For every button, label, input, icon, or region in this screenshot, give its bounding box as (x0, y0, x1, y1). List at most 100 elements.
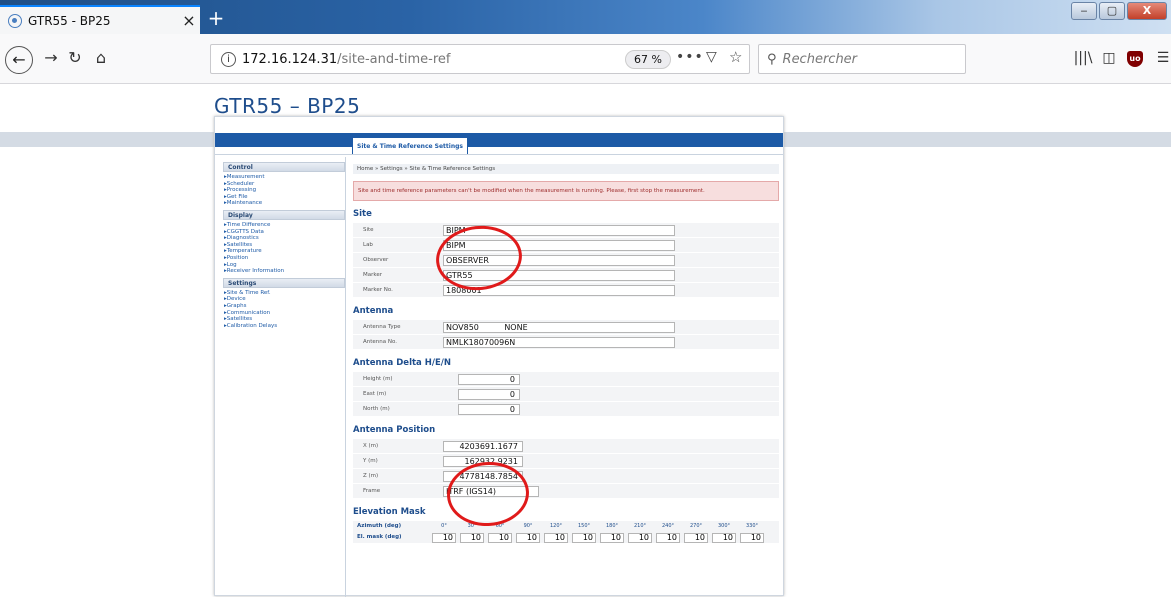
mask-input[interactable]: 10 (460, 533, 484, 543)
sidebar-item-device[interactable]: Device (223, 296, 345, 303)
marker-number-field[interactable]: 1808001 (443, 285, 675, 296)
field-label: Antenna No. (363, 339, 398, 345)
mask-input[interactable]: 10 (544, 533, 568, 543)
field-label: Marker No. (363, 287, 393, 293)
sidebar-item-temperature[interactable]: Temperature (223, 248, 345, 255)
address-bar[interactable]: i 172.16.124.31/site-and-time-ref 67 % •… (210, 44, 750, 74)
tab-site-time-reference[interactable]: Site & Time Reference Settings (352, 137, 468, 155)
antenna-type-field[interactable]: NOV850 NONE (443, 322, 675, 333)
observer-field[interactable]: OBSERVER (443, 255, 675, 266)
mask-input[interactable]: 10 (600, 533, 624, 543)
field-label: Antenna Type (363, 324, 401, 330)
mask-input[interactable]: 10 (656, 533, 680, 543)
mask-input[interactable]: 10 (488, 533, 512, 543)
site-favicon-icon (8, 13, 22, 28)
field-label: Z (m) (363, 473, 379, 479)
reload-icon[interactable]: ↻ (64, 48, 86, 67)
marker-field[interactable]: GTR55 (443, 270, 675, 281)
frame-field[interactable]: ITRF (IGS14) (443, 486, 539, 497)
sidebar-item-log[interactable]: Log (223, 262, 345, 269)
url-host: 172.16.124.31 (242, 51, 338, 67)
sidebar-item-site-time-ref[interactable]: Site & Time Ref. (223, 290, 345, 297)
mask-input[interactable]: 10 (712, 533, 736, 543)
y-coordinate-field[interactable]: 162932.9231 (443, 456, 523, 467)
search-input[interactable]: ⚲ Rechercher (758, 44, 966, 74)
settings-panel: Site & Time Reference Settings Control M… (214, 116, 784, 597)
site-field[interactable]: BIPM (443, 225, 675, 236)
library-icon[interactable]: |||\ (1072, 50, 1094, 66)
form-row: Y (m) 162932.9231 (353, 454, 779, 469)
browser-tab[interactable]: GTR55 - BP25 × (0, 5, 200, 34)
sidebar: Control Measurement Scheduler Processing… (223, 162, 345, 329)
zoom-level[interactable]: 67 % (625, 50, 671, 69)
search-icon: ⚲ (767, 51, 777, 67)
sidebar-item-get-file[interactable]: Get File (223, 194, 345, 201)
page-actions-icon[interactable]: ••• (676, 49, 704, 65)
lab-field[interactable]: BIPM (443, 240, 675, 251)
sidebar-item-processing[interactable]: Processing (223, 187, 345, 194)
section-title-antenna-delta: Antenna Delta H/E/N (353, 358, 451, 368)
sidebar-item-measurement[interactable]: Measurement (223, 174, 345, 181)
azimuth-value: 330° (745, 523, 759, 529)
sidebar-item-time-difference[interactable]: Time Difference (223, 222, 345, 229)
sidebar-item-satellites-settings[interactable]: Satellites (223, 316, 345, 323)
mask-input[interactable]: 10 (432, 533, 456, 543)
x-coordinate-field[interactable]: 4203691.1677 (443, 441, 523, 452)
sidebar-item-graphs[interactable]: Graphs (223, 303, 345, 310)
z-coordinate-field[interactable]: 4778148.7854 (443, 471, 523, 482)
antenna-number-field[interactable]: NMLK18070096N (443, 337, 675, 348)
sidebar-item-cggtts-data[interactable]: CGGTTS Data (223, 229, 345, 236)
menu-icon[interactable]: ☰ (1152, 50, 1171, 66)
page-title: GTR55 – BP25 (214, 94, 361, 118)
browser-toolbar: ← → ↻ ⌂ i 172.16.124.31/site-and-time-re… (0, 34, 1171, 84)
sidebar-item-communication[interactable]: Communication (223, 310, 345, 317)
back-arrow-icon[interactable]: ← (5, 46, 33, 74)
info-icon[interactable]: i (221, 51, 236, 67)
form-row: Antenna No. NMLK18070096N (353, 335, 779, 350)
sidebar-item-diagnostics[interactable]: Diagnostics (223, 235, 345, 242)
azimuth-value: 300° (717, 523, 731, 529)
azimuth-value: 180° (605, 523, 619, 529)
azimuth-value: 120° (549, 523, 563, 529)
east-field[interactable]: 0 (458, 389, 520, 400)
pocket-icon[interactable]: ▽ (706, 49, 717, 65)
north-field[interactable]: 0 (458, 404, 520, 415)
close-window-button[interactable]: X (1127, 2, 1167, 20)
form-row: Marker GTR55 (353, 268, 779, 283)
section-title-antenna: Antenna (353, 306, 394, 316)
maximize-button[interactable]: ▢ (1099, 2, 1125, 20)
sidebar-item-receiver-information[interactable]: Receiver Information (223, 268, 345, 275)
mask-input[interactable]: 10 (516, 533, 540, 543)
tab-close-icon[interactable]: × (178, 11, 200, 30)
sidebar-item-scheduler[interactable]: Scheduler (223, 181, 345, 188)
mask-input[interactable]: 10 (684, 533, 708, 543)
azimuth-value: 240° (661, 523, 675, 529)
main-content: Home » Settings » Site & Time Reference … (353, 164, 779, 543)
azimuth-value: 210° (633, 523, 647, 529)
sidebar-item-position[interactable]: Position (223, 255, 345, 262)
sidebar-toggle-icon[interactable]: ◫ (1098, 50, 1120, 66)
mask-row: El. mask (deg) 10 10 10 10 10 10 10 10 1… (353, 532, 779, 543)
form-row: Observer OBSERVER (353, 253, 779, 268)
form-row: Marker No. 1808001 (353, 283, 779, 298)
sidebar-item-calibration-delays[interactable]: Calibration Delays (223, 323, 345, 330)
height-field[interactable]: 0 (458, 374, 520, 385)
ublock-icon[interactable]: uo (1127, 51, 1143, 67)
sidebar-item-satellites-display[interactable]: Satellites (223, 242, 345, 249)
mask-input[interactable]: 10 (628, 533, 652, 543)
azimuth-value: 0° (441, 523, 447, 529)
breadcrumb: Home » Settings » Site & Time Reference … (353, 164, 779, 174)
bookmark-star-icon[interactable]: ☆ (729, 48, 742, 66)
mask-input[interactable]: 10 (740, 533, 764, 543)
mask-input[interactable]: 10 (572, 533, 596, 543)
field-label: North (m) (363, 406, 390, 412)
azimuth-value: 60° (495, 523, 505, 529)
minimize-button[interactable]: ‒ (1071, 2, 1097, 20)
forward-arrow-icon[interactable]: → (40, 48, 62, 67)
sidebar-item-maintenance[interactable]: Maintenance (223, 200, 345, 207)
home-icon[interactable]: ⌂ (90, 48, 112, 67)
azimuth-value: 90° (523, 523, 533, 529)
form-row: Site BIPM (353, 223, 779, 238)
panel-divider (215, 154, 783, 155)
new-tab-button[interactable]: + (204, 6, 228, 30)
